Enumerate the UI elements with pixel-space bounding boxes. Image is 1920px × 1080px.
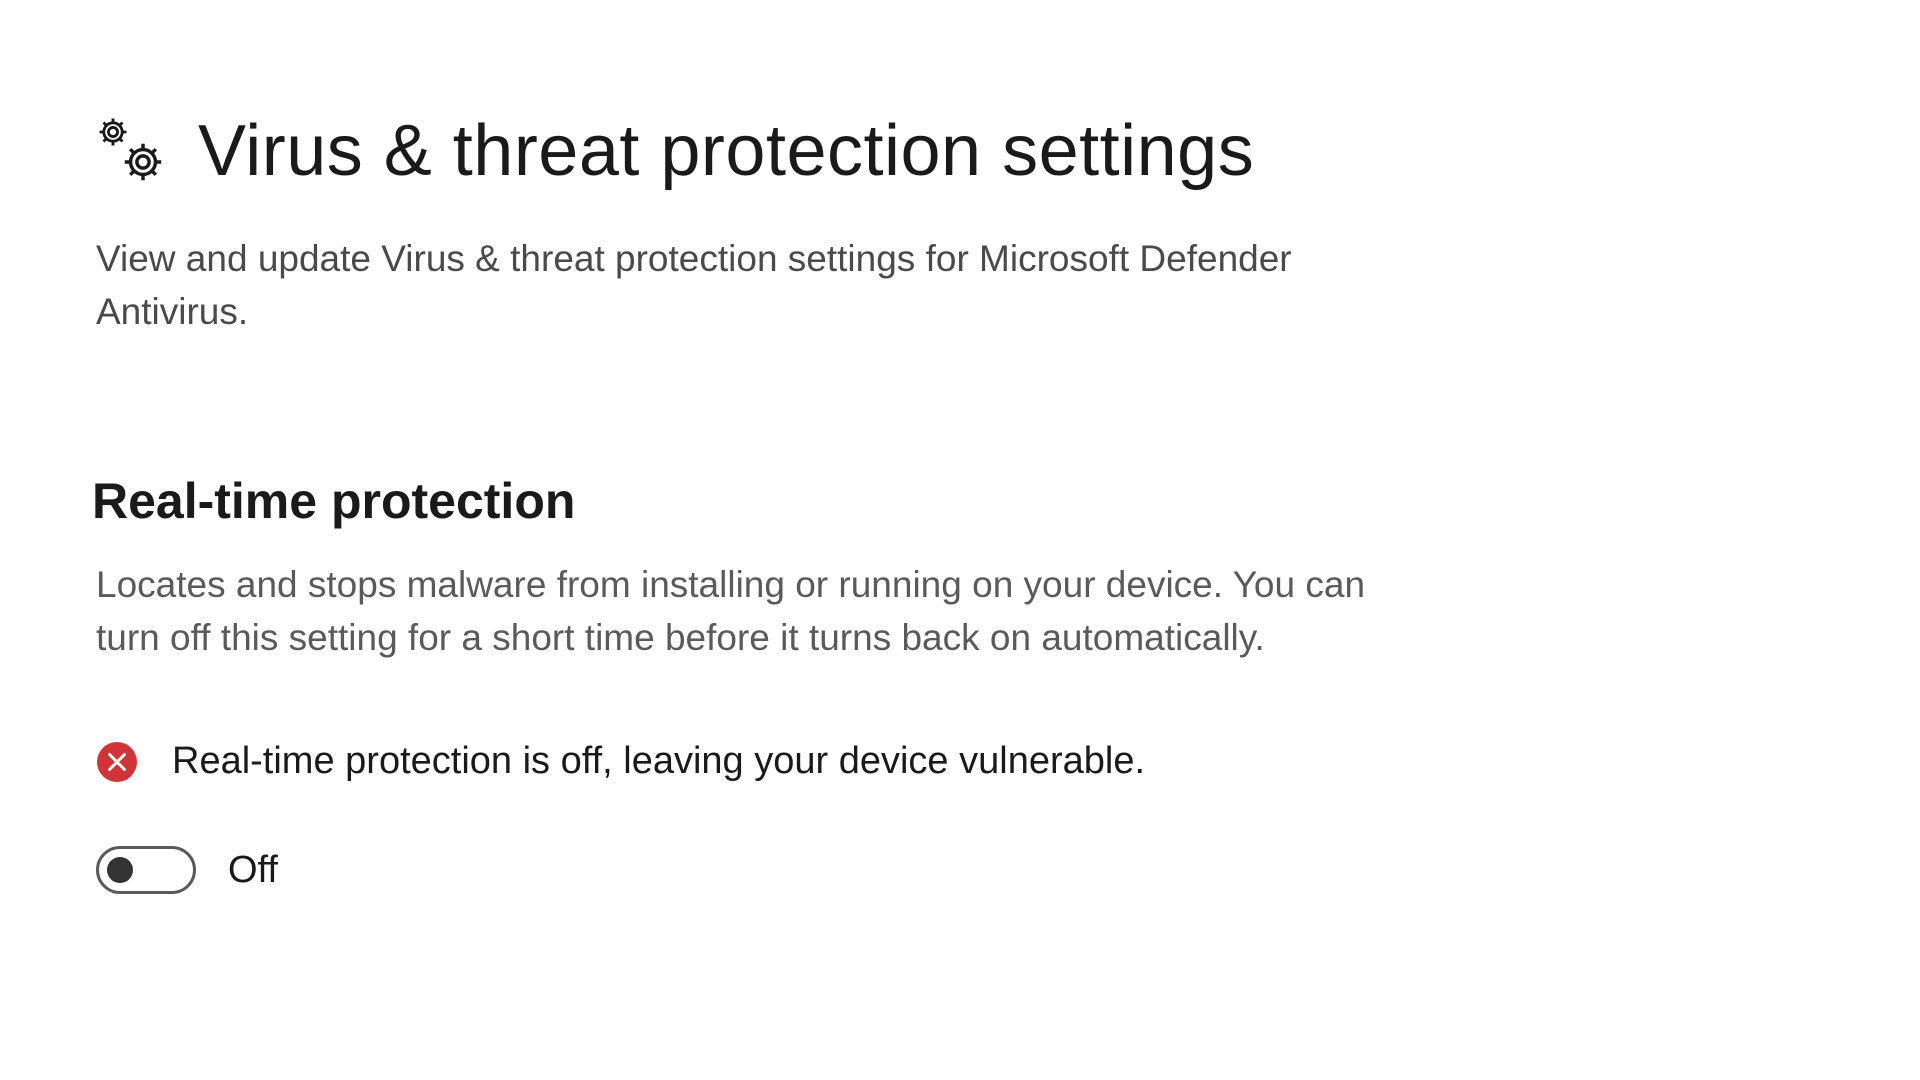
gears-icon (96, 115, 168, 187)
toggle-knob (107, 857, 133, 883)
section-description: Locates and stops malware from installin… (96, 564, 1366, 658)
realtime-protection-toggle-row: Off (96, 846, 278, 894)
warning-message: Real-time protection is off, leaving you… (96, 740, 1145, 783)
realtime-protection-toggle[interactable] (96, 846, 196, 894)
error-circle-icon (97, 741, 137, 782)
settings-page: Virus & threat protection settings View … (0, 0, 1920, 1080)
page-title: Virus & threat protection settings (198, 111, 1255, 191)
page-subtitle: View and update Virus & threat protectio… (96, 238, 1292, 332)
warning-text: Real-time protection is off, leaving you… (172, 740, 1146, 782)
toggle-state-label: Off (228, 848, 278, 891)
page-header: Virus & threat protection settings (96, 108, 1254, 194)
section-heading-realtime-protection: Real-time protection (92, 473, 576, 529)
